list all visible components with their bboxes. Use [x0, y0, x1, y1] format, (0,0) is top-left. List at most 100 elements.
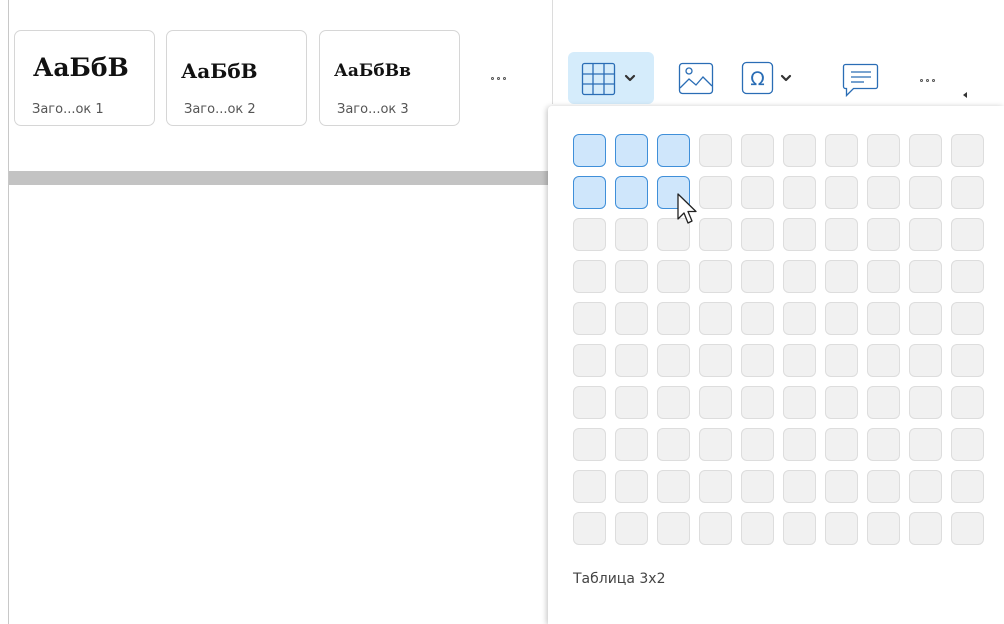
table-grid-cell[interactable] — [573, 218, 606, 251]
table-grid-cell[interactable] — [699, 344, 732, 377]
table-grid-cell[interactable] — [657, 386, 690, 419]
table-grid-cell[interactable] — [573, 428, 606, 461]
table-grid-cell[interactable] — [909, 302, 942, 335]
table-grid-cell[interactable] — [909, 218, 942, 251]
table-grid-cell[interactable] — [615, 428, 648, 461]
table-grid-cell[interactable] — [825, 512, 858, 545]
table-grid-cell[interactable] — [783, 134, 816, 167]
table-grid-cell[interactable] — [867, 218, 900, 251]
table-grid-cell[interactable] — [657, 512, 690, 545]
table-grid-cell[interactable] — [867, 344, 900, 377]
table-grid-cell[interactable] — [783, 470, 816, 503]
table-grid-cell[interactable] — [741, 428, 774, 461]
table-grid-cell[interactable] — [573, 302, 606, 335]
table-grid-cell[interactable] — [867, 134, 900, 167]
table-grid-cell[interactable] — [825, 386, 858, 419]
table-grid-cell[interactable] — [657, 260, 690, 293]
table-grid-cell[interactable] — [909, 428, 942, 461]
table-grid-cell[interactable] — [825, 260, 858, 293]
table-grid-cell[interactable] — [867, 386, 900, 419]
table-grid-cell[interactable] — [615, 386, 648, 419]
table-grid-cell[interactable] — [951, 512, 984, 545]
table-grid-cell[interactable] — [909, 512, 942, 545]
table-grid-cell[interactable] — [909, 386, 942, 419]
insert-comment-button[interactable] — [834, 52, 886, 104]
table-grid-cell[interactable] — [573, 176, 606, 209]
table-grid-cell[interactable] — [825, 176, 858, 209]
table-grid-cell[interactable] — [741, 302, 774, 335]
table-grid-cell[interactable] — [699, 218, 732, 251]
table-grid-cell[interactable] — [951, 134, 984, 167]
table-grid-cell[interactable] — [909, 470, 942, 503]
table-grid-cell[interactable] — [867, 470, 900, 503]
table-grid-cell[interactable] — [783, 428, 816, 461]
table-grid-cell[interactable] — [951, 302, 984, 335]
table-grid-cell[interactable] — [741, 260, 774, 293]
table-grid-cell[interactable] — [783, 176, 816, 209]
table-grid-cell[interactable] — [825, 218, 858, 251]
table-grid-cell[interactable] — [699, 386, 732, 419]
table-grid-cell[interactable] — [741, 176, 774, 209]
table-grid-cell[interactable] — [573, 512, 606, 545]
table-grid-cell[interactable] — [951, 344, 984, 377]
table-grid-cell[interactable] — [615, 176, 648, 209]
table-grid-cell[interactable] — [909, 134, 942, 167]
table-grid-cell[interactable] — [783, 386, 816, 419]
table-grid-cell[interactable] — [951, 218, 984, 251]
table-grid-cell[interactable] — [825, 302, 858, 335]
table-grid-cell[interactable] — [615, 302, 648, 335]
table-grid-cell[interactable] — [657, 428, 690, 461]
table-grid-cell[interactable] — [657, 134, 690, 167]
table-grid-cell[interactable] — [741, 386, 774, 419]
table-grid-cell[interactable] — [909, 344, 942, 377]
table-grid-cell[interactable] — [825, 428, 858, 461]
table-grid-cell[interactable] — [615, 260, 648, 293]
table-grid-cell[interactable] — [741, 470, 774, 503]
table-grid-cell[interactable] — [615, 344, 648, 377]
table-grid-cell[interactable] — [867, 176, 900, 209]
table-grid-cell[interactable] — [825, 344, 858, 377]
table-grid-cell[interactable] — [825, 134, 858, 167]
table-grid-cell[interactable] — [741, 512, 774, 545]
style-heading-3[interactable]: АаБбВв Заго...ок 3 — [319, 30, 460, 126]
table-grid-cell[interactable] — [867, 428, 900, 461]
table-grid-cell[interactable] — [573, 260, 606, 293]
table-grid-cell[interactable] — [867, 260, 900, 293]
table-size-grid[interactable] — [573, 134, 984, 545]
table-grid-cell[interactable] — [741, 344, 774, 377]
table-grid-cell[interactable] — [783, 302, 816, 335]
table-grid-cell[interactable] — [951, 176, 984, 209]
table-grid-cell[interactable] — [699, 260, 732, 293]
table-grid-cell[interactable] — [573, 344, 606, 377]
table-grid-cell[interactable] — [615, 134, 648, 167]
table-grid-cell[interactable] — [951, 386, 984, 419]
toolbar-more-button[interactable] — [912, 70, 942, 90]
table-grid-cell[interactable] — [951, 428, 984, 461]
table-grid-cell[interactable] — [573, 470, 606, 503]
styles-more-button[interactable] — [483, 68, 513, 88]
table-grid-cell[interactable] — [825, 470, 858, 503]
table-grid-cell[interactable] — [699, 176, 732, 209]
table-grid-cell[interactable] — [741, 134, 774, 167]
scroll-left-icon[interactable] — [963, 92, 967, 98]
table-grid-cell[interactable] — [657, 344, 690, 377]
table-grid-cell[interactable] — [615, 218, 648, 251]
table-grid-cell[interactable] — [741, 218, 774, 251]
table-grid-cell[interactable] — [699, 512, 732, 545]
table-grid-cell[interactable] — [657, 470, 690, 503]
style-heading-1[interactable]: АаБбВ Заго...ок 1 — [14, 30, 155, 126]
table-grid-cell[interactable] — [909, 176, 942, 209]
table-grid-cell[interactable] — [699, 134, 732, 167]
table-grid-cell[interactable] — [783, 512, 816, 545]
table-grid-cell[interactable] — [867, 512, 900, 545]
table-grid-cell[interactable] — [615, 470, 648, 503]
table-grid-cell[interactable] — [573, 134, 606, 167]
table-grid-cell[interactable] — [783, 218, 816, 251]
table-grid-cell[interactable] — [699, 470, 732, 503]
table-grid-cell[interactable] — [951, 260, 984, 293]
table-grid-cell[interactable] — [867, 302, 900, 335]
table-grid-cell[interactable] — [615, 512, 648, 545]
insert-symbol-button[interactable]: Ω — [738, 52, 802, 104]
table-grid-cell[interactable] — [783, 260, 816, 293]
table-grid-cell[interactable] — [909, 260, 942, 293]
